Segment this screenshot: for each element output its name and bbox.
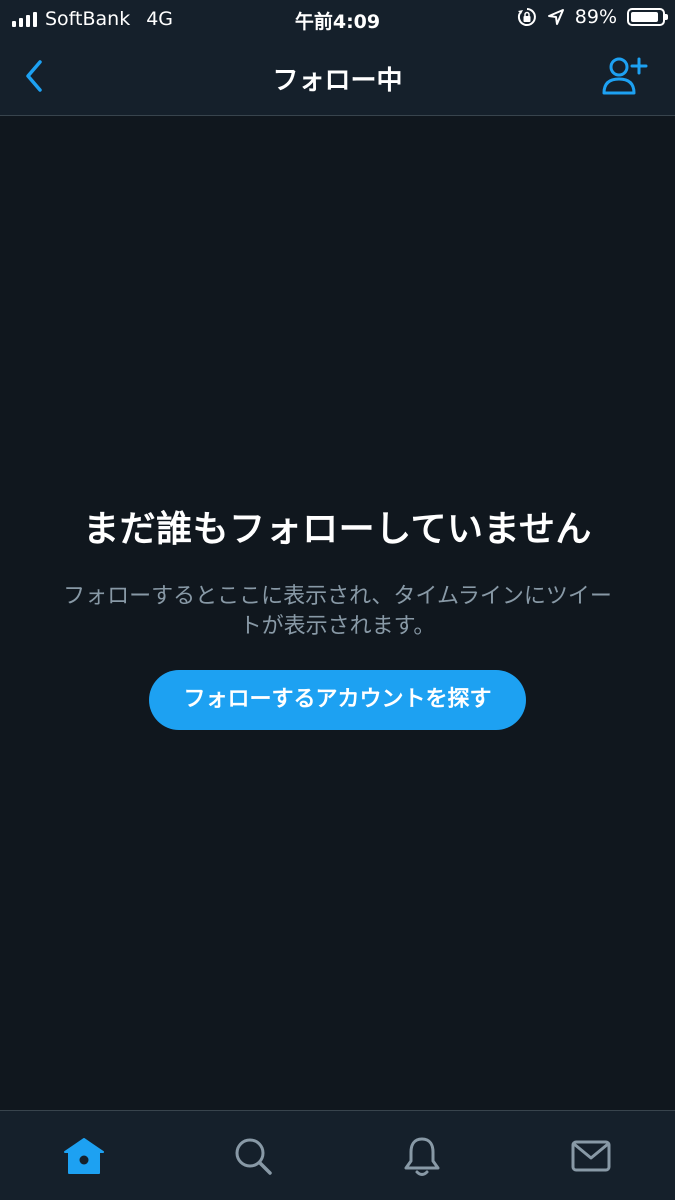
- battery-level: [631, 12, 658, 22]
- add-user-icon: [602, 57, 648, 95]
- status-bar: SoftBank 4G 午前4:09 89%: [0, 0, 675, 38]
- nav-bar: フォロー中: [0, 38, 675, 116]
- mail-icon: [571, 1140, 611, 1171]
- find-accounts-button[interactable]: フォローするアカウントを探す: [149, 670, 526, 730]
- tab-notifications[interactable]: [382, 1126, 462, 1186]
- add-user-button[interactable]: [601, 52, 651, 98]
- location-arrow-icon: [547, 9, 564, 25]
- search-icon: [235, 1138, 272, 1175]
- tab-search[interactable]: [213, 1126, 293, 1186]
- screen: SoftBank 4G 午前4:09 89% フォロー中 まだ誰もフォローしてい…: [0, 0, 675, 1200]
- page-title: フォロー中: [272, 66, 403, 96]
- empty-state: まだ誰もフォローしていません フォローするとここに表示され、タイムラインにツイー…: [0, 500, 675, 730]
- bell-icon: [404, 1137, 440, 1176]
- status-right: 89%: [517, 6, 668, 28]
- tab-bar: [0, 1110, 675, 1200]
- tab-home[interactable]: [44, 1126, 124, 1186]
- battery-cap: [665, 14, 668, 20]
- tab-messages[interactable]: [551, 1126, 631, 1186]
- empty-state-title: まだ誰もフォローしていません: [83, 509, 592, 550]
- empty-state-description: フォローするとここに表示され、タイムラインにツイートが表示されます。: [63, 584, 612, 639]
- battery-percent: 89%: [574, 6, 617, 28]
- battery-icon: [627, 8, 668, 26]
- home-icon: [64, 1137, 105, 1174]
- orientation-lock-icon: [517, 8, 536, 26]
